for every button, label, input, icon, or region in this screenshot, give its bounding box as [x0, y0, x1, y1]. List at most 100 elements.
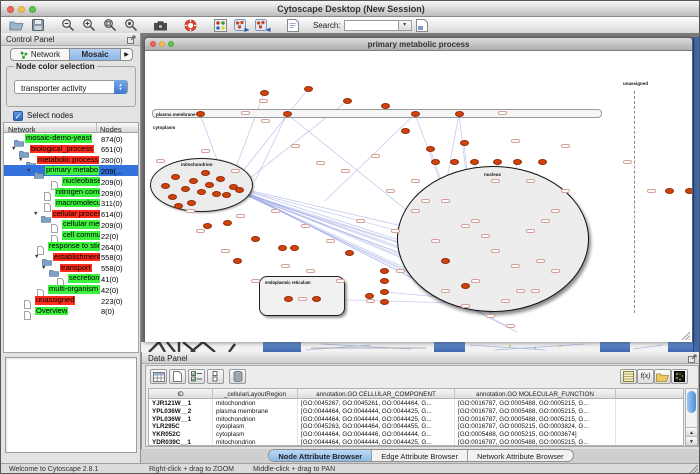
gene-node[interactable]: [223, 220, 232, 226]
gene-node[interactable]: [380, 278, 389, 284]
scrollbar-thumb[interactable]: [687, 391, 696, 413]
gene-node[interactable]: [171, 174, 180, 180]
gene-node[interactable]: [380, 268, 389, 274]
table-cell[interactable]: mitochondrion: [213, 399, 298, 407]
table-cell[interactable]: [GO:0016787, GO:0005488, GO:0005215, G..…: [455, 407, 616, 415]
gene-node[interactable]: [278, 245, 287, 251]
gene-node[interactable]: [216, 176, 225, 182]
gene-node[interactable]: [196, 111, 205, 117]
gene-node[interactable]: [187, 200, 196, 206]
resize-grip-icon[interactable]: [689, 464, 699, 474]
network-view-button-1[interactable]: [232, 18, 251, 33]
gene-node[interactable]: [426, 146, 435, 152]
tab-network[interactable]: Network: [11, 49, 69, 60]
gene-node[interactable]: [538, 159, 547, 165]
gene-node[interactable]: [203, 223, 212, 229]
gene-node[interactable]: [441, 258, 450, 264]
resize-grip-icon[interactable]: [681, 331, 691, 341]
gene-node[interactable]: [260, 90, 269, 96]
gene-node[interactable]: [197, 189, 206, 195]
search-dropdown-button[interactable]: ▾: [399, 20, 412, 31]
tree-row[interactable]: nucleobase-209(0): [4, 176, 138, 187]
table-row[interactable]: YPL036W__2plasma membrane[GO:0044464, GO…: [149, 407, 683, 415]
table-cell[interactable]: YJR121W__1: [149, 399, 213, 407]
disclosure-triangle-icon[interactable]: ▼: [26, 168, 31, 174]
import-attributes-button[interactable]: [654, 369, 671, 384]
compartment-endoplasmic-reticulum[interactable]: endoplasmic reticulum: [259, 276, 345, 316]
table-row[interactable]: YKR052Ccytoplasm[GO:0044464, GO:0044446,…: [149, 430, 683, 438]
gene-node[interactable]: [343, 98, 352, 104]
disclosure-triangle-icon[interactable]: ▼: [11, 146, 16, 152]
tree-row[interactable]: macromolecule311(0): [4, 198, 138, 209]
table-cell[interactable]: YLR295C: [149, 422, 213, 430]
gene-node[interactable]: [493, 159, 502, 165]
gene-node[interactable]: [665, 188, 674, 194]
annotation-button[interactable]: [283, 18, 302, 33]
gene-node[interactable]: [381, 103, 390, 109]
float-panel-icon[interactable]: [127, 35, 136, 46]
table-cell[interactable]: [GO:0044464, GO:0044444, GO:0044425, G..…: [298, 438, 455, 446]
table-cell[interactable]: [GO:0016787, GO:0005488, GO:0005215, G..…: [455, 438, 616, 446]
network-view-button-2[interactable]: [253, 18, 272, 33]
gene-node[interactable]: [304, 86, 313, 92]
select-attributes-button[interactable]: [188, 369, 205, 384]
help-button[interactable]: [181, 18, 200, 33]
table-cell[interactable]: YDR039C__1: [149, 438, 213, 446]
network-canvas[interactable]: plasma membrane cytoplasm mitochondrion …: [145, 51, 692, 342]
gene-node[interactable]: [189, 178, 198, 184]
table-cell[interactable]: mitochondrion: [213, 415, 298, 423]
table-cell[interactable]: [GO:0045267, GO:0045261, GO:0044464, G..…: [298, 399, 455, 407]
tree-row[interactable]: ▼establishment of lo558(0): [4, 252, 138, 263]
tree-row[interactable]: ▼metabolic process280(0): [4, 155, 138, 166]
gene-node[interactable]: [205, 182, 214, 188]
tree-row[interactable]: Overview8(0): [4, 306, 138, 317]
gene-node[interactable]: [181, 186, 190, 192]
tree-row[interactable]: response to stimul264(0): [4, 241, 138, 252]
gene-node[interactable]: [345, 250, 354, 256]
gene-node[interactable]: [283, 111, 292, 117]
gene-node[interactable]: [401, 128, 410, 134]
table-row[interactable]: YPL036W__1mitochondrion[GO:0044464, GO:0…: [149, 415, 683, 423]
gene-node[interactable]: [380, 299, 389, 305]
save-session-button[interactable]: [28, 18, 47, 33]
table-cell[interactable]: YPL036W__2: [149, 407, 213, 415]
tab-mosaic[interactable]: Mosaic: [69, 49, 121, 60]
gene-node[interactable]: [212, 191, 221, 197]
gene-node[interactable]: [685, 188, 693, 194]
tree-row[interactable]: nitrogen compo209(0): [4, 187, 138, 198]
gene-node[interactable]: [411, 111, 420, 117]
float-panel-icon[interactable]: [688, 354, 697, 365]
zoom-in-button[interactable]: [79, 18, 98, 33]
gene-node[interactable]: [380, 289, 389, 295]
vizmapper-button[interactable]: [211, 18, 230, 33]
gene-node[interactable]: [284, 296, 293, 302]
table-cell[interactable]: cytoplasm: [213, 430, 298, 438]
gene-node[interactable]: [233, 258, 242, 264]
birds-eye-view[interactable]: [5, 357, 137, 453]
open-session-button[interactable]: [7, 18, 26, 33]
node-color-dropdown[interactable]: transporter activity ▲▼: [14, 80, 128, 94]
column-header[interactable]: ID: [149, 389, 213, 399]
network-view-window[interactable]: primary metabolic process plasma membran…: [144, 37, 693, 342]
table-cell[interactable]: YKR052C: [149, 430, 213, 438]
compartment-nucleus[interactable]: nucleus: [397, 166, 589, 312]
tree-row[interactable]: mosaic-demo-yeast874(0): [4, 133, 138, 144]
table-cell[interactable]: [GO:0045263, GO:0044464, GO:0044455, G..…: [298, 422, 455, 430]
gene-node[interactable]: [168, 194, 177, 200]
table-cell[interactable]: [GO:0016787, GO:0005215, GO:0003824, G..…: [455, 422, 616, 430]
table-cell[interactable]: [GO:0044464, GO:0044446, GO:0044444, G..…: [298, 430, 455, 438]
gene-node[interactable]: [251, 236, 260, 242]
notes-button[interactable]: [620, 369, 637, 384]
tree-row[interactable]: ▼primary metabo209(...: [4, 165, 138, 176]
network-window-titlebar[interactable]: primary metabolic process: [145, 38, 692, 51]
tree-row[interactable]: ▼cellular process614(0): [4, 209, 138, 220]
gene-node[interactable]: [235, 187, 244, 193]
gene-node[interactable]: [174, 203, 183, 209]
table-cell[interactable]: [GO:0044464, GO:0044444, GO:0044425, G..…: [298, 415, 455, 423]
table-cell[interactable]: [GO:0005488, GO:0005215, GO:0003674]: [455, 430, 616, 438]
disclosure-triangle-icon[interactable]: ▼: [33, 211, 38, 217]
zoom-out-button[interactable]: [58, 18, 77, 33]
gene-node[interactable]: [455, 111, 464, 117]
tab-overflow-button[interactable]: ▶: [121, 49, 132, 60]
gene-node[interactable]: [450, 159, 459, 165]
